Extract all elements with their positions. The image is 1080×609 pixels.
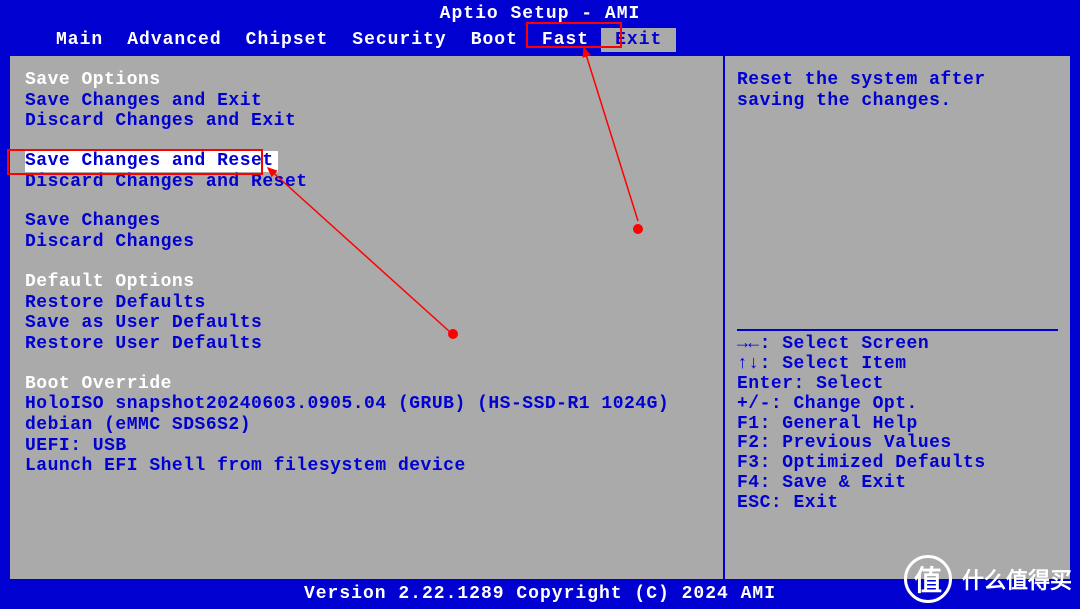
tab-boot[interactable]: Boot xyxy=(459,30,530,50)
restore-user-defaults[interactable]: Restore User Defaults xyxy=(25,334,708,355)
boot-holoiso[interactable]: HoloISO snapshot20240603.0905.04 (GRUB) … xyxy=(25,394,708,415)
nav-select-screen: →←: Select Screen xyxy=(737,335,1058,355)
boot-override-header: Boot Override xyxy=(25,374,708,395)
restore-defaults[interactable]: Restore Defaults xyxy=(25,293,708,314)
boot-uefi-usb[interactable]: UEFI: USB xyxy=(25,436,708,457)
watermark: 值 什么值得买 xyxy=(904,555,1072,603)
nav-change-opt: +/-: Change Opt. xyxy=(737,395,1058,415)
tab-fast[interactable]: Fast xyxy=(530,30,601,50)
left-panel: Save Options Save Changes and Exit Disca… xyxy=(10,54,725,579)
tab-chipset[interactable]: Chipset xyxy=(234,30,341,50)
bios-title: Aptio Setup - AMI xyxy=(0,0,1080,26)
save-options-header: Save Options xyxy=(25,70,708,91)
help-text: Reset the system after saving the change… xyxy=(737,70,1058,111)
save-changes[interactable]: Save Changes xyxy=(25,211,708,232)
content-area: Save Options Save Changes and Exit Disca… xyxy=(0,54,1080,579)
discard-changes-reset[interactable]: Discard Changes and Reset xyxy=(25,172,708,193)
nav-f2: F2: Previous Values xyxy=(737,434,1058,454)
nav-esc: ESC: Exit xyxy=(737,494,1058,514)
discard-changes-exit[interactable]: Discard Changes and Exit xyxy=(25,111,708,132)
right-panel: Reset the system after saving the change… xyxy=(725,54,1070,579)
boot-debian[interactable]: debian (eMMC SDS6S2) xyxy=(25,415,708,436)
tabs-row: Main Advanced Chipset Security Boot Fast… xyxy=(0,26,1080,54)
tab-exit[interactable]: Exit xyxy=(601,28,676,52)
discard-changes[interactable]: Discard Changes xyxy=(25,232,708,253)
nav-select-item: ↑↓: Select Item xyxy=(737,355,1058,375)
watermark-icon: 值 xyxy=(904,555,952,603)
tab-main[interactable]: Main xyxy=(44,30,115,50)
nav-hints: →←: Select Screen ↑↓: Select Item Enter:… xyxy=(737,335,1058,513)
nav-f4: F4: Save & Exit xyxy=(737,474,1058,494)
tab-advanced[interactable]: Advanced xyxy=(115,30,233,50)
watermark-text: 什么值得买 xyxy=(962,563,1072,595)
save-changes-reset[interactable]: Save Changes and Reset xyxy=(25,151,278,172)
default-options-header: Default Options xyxy=(25,272,708,293)
nav-f3: F3: Optimized Defaults xyxy=(737,454,1058,474)
save-changes-exit[interactable]: Save Changes and Exit xyxy=(25,91,708,112)
tab-security[interactable]: Security xyxy=(340,30,458,50)
save-user-defaults[interactable]: Save as User Defaults xyxy=(25,313,708,334)
header-bar: Aptio Setup - AMI Main Advanced Chipset … xyxy=(0,0,1080,54)
nav-f1: F1: General Help xyxy=(737,415,1058,435)
nav-enter: Enter: Select xyxy=(737,375,1058,395)
boot-efi-shell[interactable]: Launch EFI Shell from filesystem device xyxy=(25,456,708,477)
copyright-text: Version 2.22.1289 Copyright (C) 2024 AMI xyxy=(304,584,776,604)
